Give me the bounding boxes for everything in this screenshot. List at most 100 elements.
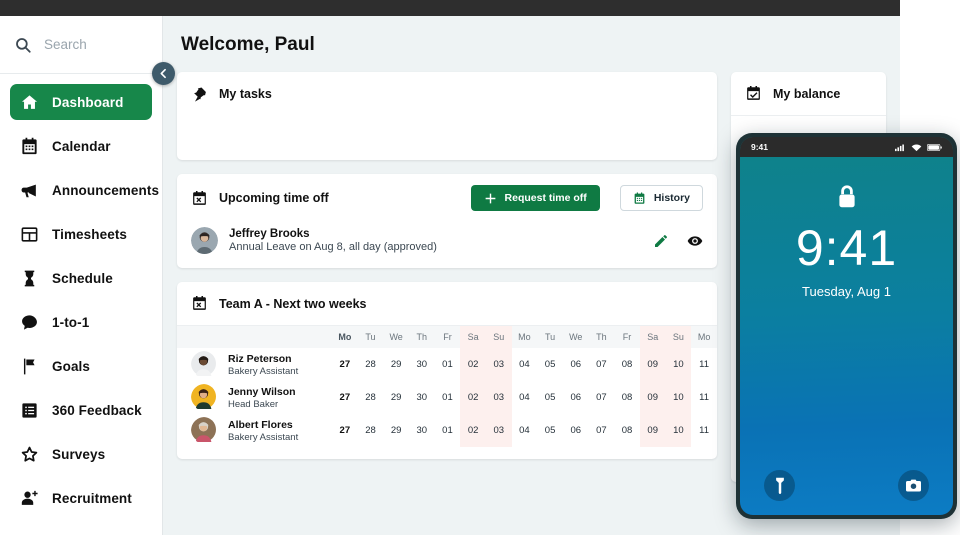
day-cell[interactable]: 11 [691, 348, 717, 381]
plus-icon [484, 192, 497, 205]
day-cell[interactable]: 29 [383, 381, 409, 414]
day-cell[interactable]: 30 [409, 348, 435, 381]
member-name: Jenny Wilson [228, 385, 296, 398]
day-cell[interactable]: 10 [665, 381, 692, 414]
avatar [191, 227, 218, 254]
sidebar-item-timesheets[interactable]: Timesheets [10, 216, 152, 252]
sidebar-item-recruitment[interactable]: Recruitment [10, 480, 152, 516]
calendar-icon [633, 192, 646, 205]
request-time-off-button[interactable]: Request time off [470, 185, 600, 211]
day-cell[interactable]: 01 [435, 381, 461, 414]
day-cell[interactable]: 05 [537, 414, 563, 447]
status-bar-time: 9:41 [751, 142, 769, 152]
my-balance-header: My balance [731, 72, 886, 116]
sidebar-item-goals[interactable]: Goals [10, 348, 152, 384]
history-label: History [653, 192, 690, 204]
sidebar-item-label: Timesheets [52, 226, 128, 242]
search-input[interactable] [44, 37, 148, 52]
day-cell[interactable]: 09 [639, 414, 666, 447]
member-role: Head Baker [228, 398, 279, 410]
member-name: Albert Flores [228, 418, 293, 431]
history-button[interactable]: History [619, 185, 703, 211]
day-header: Su [665, 326, 692, 348]
day-cell[interactable]: 09 [639, 348, 666, 381]
lock-icon [740, 184, 953, 213]
sidebar-item-surveys[interactable]: Surveys [10, 436, 152, 472]
day-cell[interactable]: 29 [383, 414, 409, 447]
day-header: Fr [622, 332, 632, 342]
day-cell[interactable]: 10 [665, 348, 692, 381]
day-header: Mo [338, 332, 352, 342]
day-cell[interactable]: 09 [639, 381, 666, 414]
day-cell[interactable]: 03 [485, 414, 512, 447]
pencil-icon[interactable] [653, 233, 669, 249]
my-balance-title: My balance [773, 86, 841, 101]
day-cell[interactable]: 28 [358, 348, 384, 381]
day-cell[interactable]: 27 [332, 381, 358, 414]
my-tasks-header: My tasks [177, 72, 717, 116]
day-cell[interactable]: 08 [614, 381, 640, 414]
day-cell[interactable]: 02 [460, 348, 486, 381]
day-cell[interactable]: 06 [563, 348, 589, 381]
day-cell[interactable]: 01 [435, 348, 461, 381]
day-cell[interactable]: 04 [512, 348, 538, 381]
day-cell[interactable]: 05 [537, 381, 563, 414]
day-cell[interactable]: 06 [563, 414, 589, 447]
sidebar-item-1-to-1[interactable]: 1-to-1 [10, 304, 152, 340]
eye-icon[interactable] [687, 233, 703, 249]
team-calendar-header: Team A - Next two weeks [177, 282, 717, 326]
member-role: Bakery Assistant [228, 431, 299, 443]
day-cell[interactable]: 27 [332, 348, 358, 381]
sidebar-item-dashboard[interactable]: Dashboard [10, 84, 152, 120]
sidebar-item-calendar[interactable]: Calendar [10, 128, 152, 164]
day-cell[interactable]: 04 [512, 414, 538, 447]
sidebar-collapse-button[interactable] [152, 62, 175, 85]
day-cell[interactable]: 28 [358, 381, 384, 414]
day-cell[interactable]: 07 [589, 414, 615, 447]
camera-button[interactable] [898, 470, 929, 501]
day-cell[interactable]: 06 [563, 381, 589, 414]
list-icon [20, 401, 39, 420]
day-cell[interactable]: 11 [691, 381, 717, 414]
day-header: We [569, 332, 583, 342]
day-cell[interactable]: 04 [512, 381, 538, 414]
sidebar-item-label: Announcements [52, 182, 160, 198]
sidebar-item-360-feedback[interactable]: 360 Feedback [10, 392, 152, 428]
day-header: Su [485, 326, 512, 348]
day-cell[interactable]: 07 [589, 381, 615, 414]
sidebar-item-schedule[interactable]: Schedule [10, 260, 152, 296]
sidebar-item-label: 1-to-1 [52, 314, 90, 330]
day-cell[interactable]: 11 [691, 414, 717, 447]
sidebar-item-announcements[interactable]: Announcements [10, 172, 159, 208]
day-cell[interactable]: 02 [460, 414, 486, 447]
flashlight-button[interactable] [764, 470, 795, 501]
day-cell[interactable]: 30 [409, 381, 435, 414]
phone-mockup: 9:41 9:41 Tuesday, Aug 1 [736, 133, 957, 519]
day-cell[interactable]: 07 [589, 348, 615, 381]
my-tasks-title: My tasks [219, 87, 272, 101]
day-cell[interactable]: 02 [460, 381, 486, 414]
day-cell[interactable]: 27 [332, 414, 358, 447]
day-cell[interactable]: 08 [614, 414, 640, 447]
megaphone-icon [20, 181, 39, 200]
table-row[interactable]: Albert Flores Bakery Assistant 27 28 29 30 01 0… [177, 414, 717, 447]
table-row[interactable]: Riz Peterson Bakery Assistant 27 28 29 30 01 02… [177, 348, 717, 381]
avatar [191, 351, 218, 378]
upcoming-time-off-card: Upcoming time off Request time off Histo… [177, 174, 717, 268]
day-cell[interactable]: 05 [537, 348, 563, 381]
day-cell[interactable]: 08 [614, 348, 640, 381]
member-cell: Riz Peterson Bakery Assistant [177, 348, 332, 381]
day-cell[interactable]: 10 [665, 414, 692, 447]
user-plus-icon [20, 489, 39, 508]
day-cell[interactable]: 01 [435, 414, 461, 447]
search-bar[interactable] [0, 16, 162, 74]
day-cell[interactable]: 03 [485, 381, 512, 414]
time-off-person: Jeffrey Brooks Annual Leave on Aug 8, al… [229, 228, 437, 253]
day-cell[interactable]: 03 [485, 348, 512, 381]
table-row[interactable]: Jenny Wilson Head Baker 27 28 29 30 01 02 03 04 05… [177, 381, 717, 414]
member-name: Riz Peterson [228, 352, 292, 365]
day-cell[interactable]: 29 [383, 348, 409, 381]
day-cell[interactable]: 28 [358, 414, 384, 447]
sidebar-nav: Dashboard Calendar Announcements Timeshe… [0, 74, 162, 516]
day-cell[interactable]: 30 [409, 414, 435, 447]
